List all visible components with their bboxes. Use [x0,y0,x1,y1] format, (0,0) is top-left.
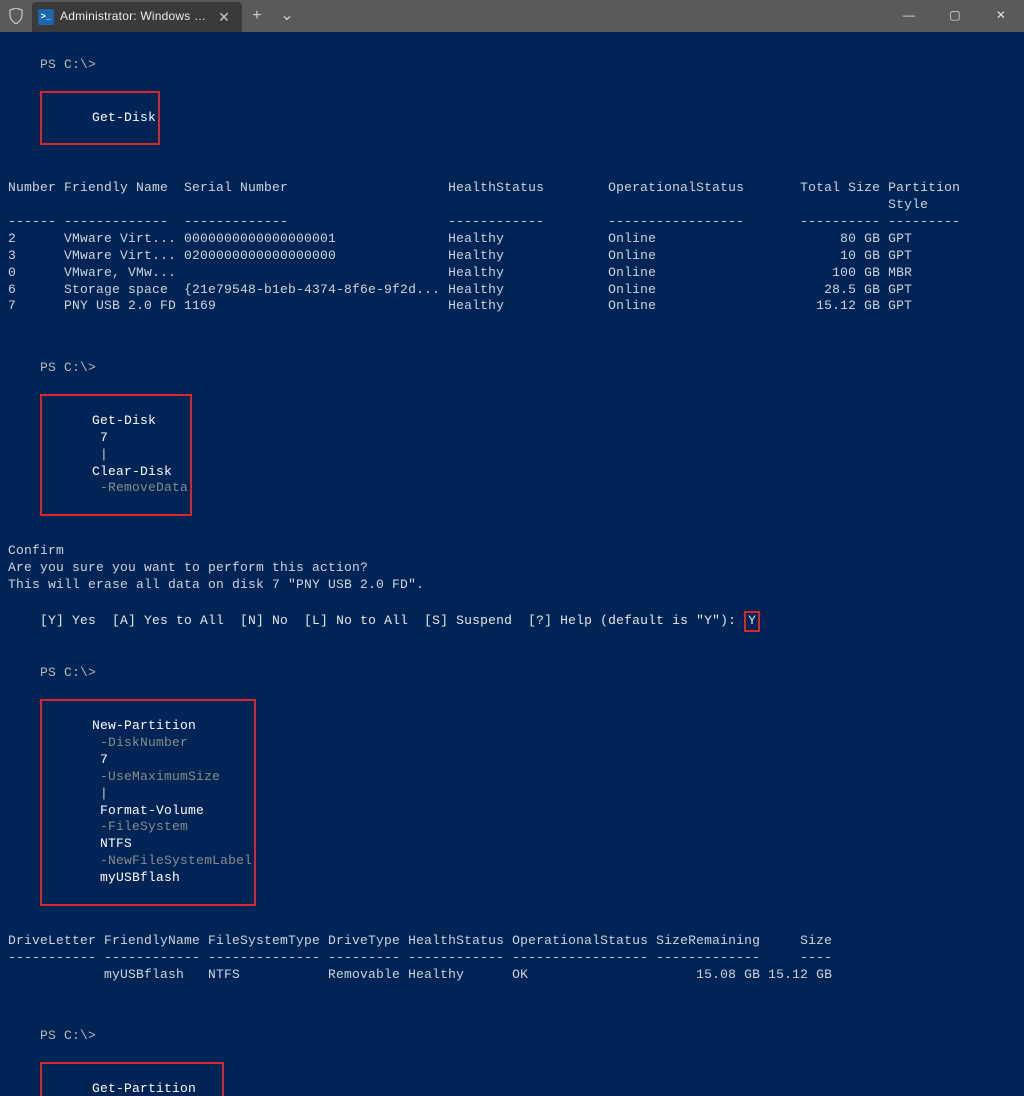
table1-header: Number Friendly Name Serial Number Healt… [8,180,1016,214]
cmd-arg: 7 [100,430,108,445]
cmd-text: Clear-Disk [92,464,172,479]
cmd-arg: 7 [100,752,108,767]
confirm-title: Confirm [8,543,1016,560]
cmd-param: -FileSystem [100,819,188,834]
terminal-body[interactable]: PS C:\> Get-Disk Number Friendly Name Se… [0,32,1024,1096]
tab-title: Administrator: Windows PowerS [60,9,210,25]
window-titlebar: >_ Administrator: Windows PowerS ✕ + ⌄ —… [0,0,1024,32]
confirm-opts-text: [Y] Yes [A] Yes to All [N] No [L] No to … [40,613,744,628]
prompt: PS C:\> [40,360,96,375]
confirm-answer: Y [748,613,756,628]
table1-row: 7 PNY USB 2.0 FD 1169 Healthy Online 15.… [8,298,1016,315]
pipe: | [100,786,108,801]
new-tab-button[interactable]: + [242,1,272,31]
prompt-line-1: PS C:\> Get-Disk [8,40,1016,162]
cmd-param: -NewFileSystemLabel [100,853,252,868]
tab-dropdown-button[interactable]: ⌄ [272,1,302,31]
cmd-text: Get-Partition [92,1081,196,1096]
table1-row: 6 Storage space {21e79548-b1eb-4374-8f6e… [8,282,1016,299]
table2-header: DriveLetter FriendlyName FileSystemType … [8,933,1016,950]
maximize-button[interactable]: ▢ [932,0,978,32]
cmd-arg: myUSBflash [100,870,180,885]
table2-divider: ----------- ------------ -------------- … [8,950,1016,967]
tab-active[interactable]: >_ Administrator: Windows PowerS ✕ [32,2,242,32]
confirm-line: Are you sure you want to perform this ac… [8,560,1016,577]
close-button[interactable]: ✕ [978,0,1024,32]
pipe: | [100,447,108,462]
cmd-text: Get-Disk [92,413,156,428]
confirm-line: This will erase all data on disk 7 "PNY … [8,577,1016,594]
prompt: PS C:\> [40,1028,96,1043]
cmd-param: -DiskNumber [100,735,188,750]
minimize-button[interactable]: — [886,0,932,32]
prompt-line-3: PS C:\> New-Partition -DiskNumber 7 -Use… [8,649,1016,923]
powershell-icon: >_ [38,9,54,25]
highlight-cmd-newpartition: New-Partition -DiskNumber 7 -UseMaximumS… [40,699,256,906]
confirm-options: [Y] Yes [A] Yes to All [N] No [L] No to … [8,594,1016,649]
table1-row: 3 VMware Virt... 0200000000000000000 Hea… [8,248,1016,265]
cmd-text: Get-Disk [92,110,156,125]
cmd-arg: NTFS [100,836,132,851]
table2-row: myUSBflash NTFS Removable Healthy OK 15.… [8,967,1016,984]
prompt-line-4: PS C:\> Get-Partition -DiskNumber 7 | Se… [8,1011,1016,1096]
highlight-answer: Y [744,611,760,632]
cmd-text: New-Partition [92,718,196,733]
cmd-text: Format-Volume [100,803,204,818]
uac-shield-icon [0,0,32,32]
tab-close-icon[interactable]: ✕ [216,8,232,26]
cmd-param: -RemoveData [100,480,188,495]
cmd-param: -UseMaximumSize [100,769,220,784]
highlight-cmd-getdisk: Get-Disk [40,91,160,146]
highlight-cmd-setpartition: Get-Partition -DiskNumber 7 | Set-Partit… [40,1062,224,1096]
table1-divider: ------ ------------- ------------- -----… [8,214,1016,231]
prompt: PS C:\> [40,665,96,680]
highlight-cmd-cleardisk: Get-Disk 7 | Clear-Disk -RemoveData [40,394,192,516]
table1-row: 0 VMware, VMw... Healthy Online 100 GB M… [8,265,1016,282]
prompt: PS C:\> [40,57,96,72]
table1-row: 2 VMware Virt... 0000000000000000001 Hea… [8,231,1016,248]
prompt-line-2: PS C:\> Get-Disk 7 | Clear-Disk -RemoveD… [8,343,1016,533]
